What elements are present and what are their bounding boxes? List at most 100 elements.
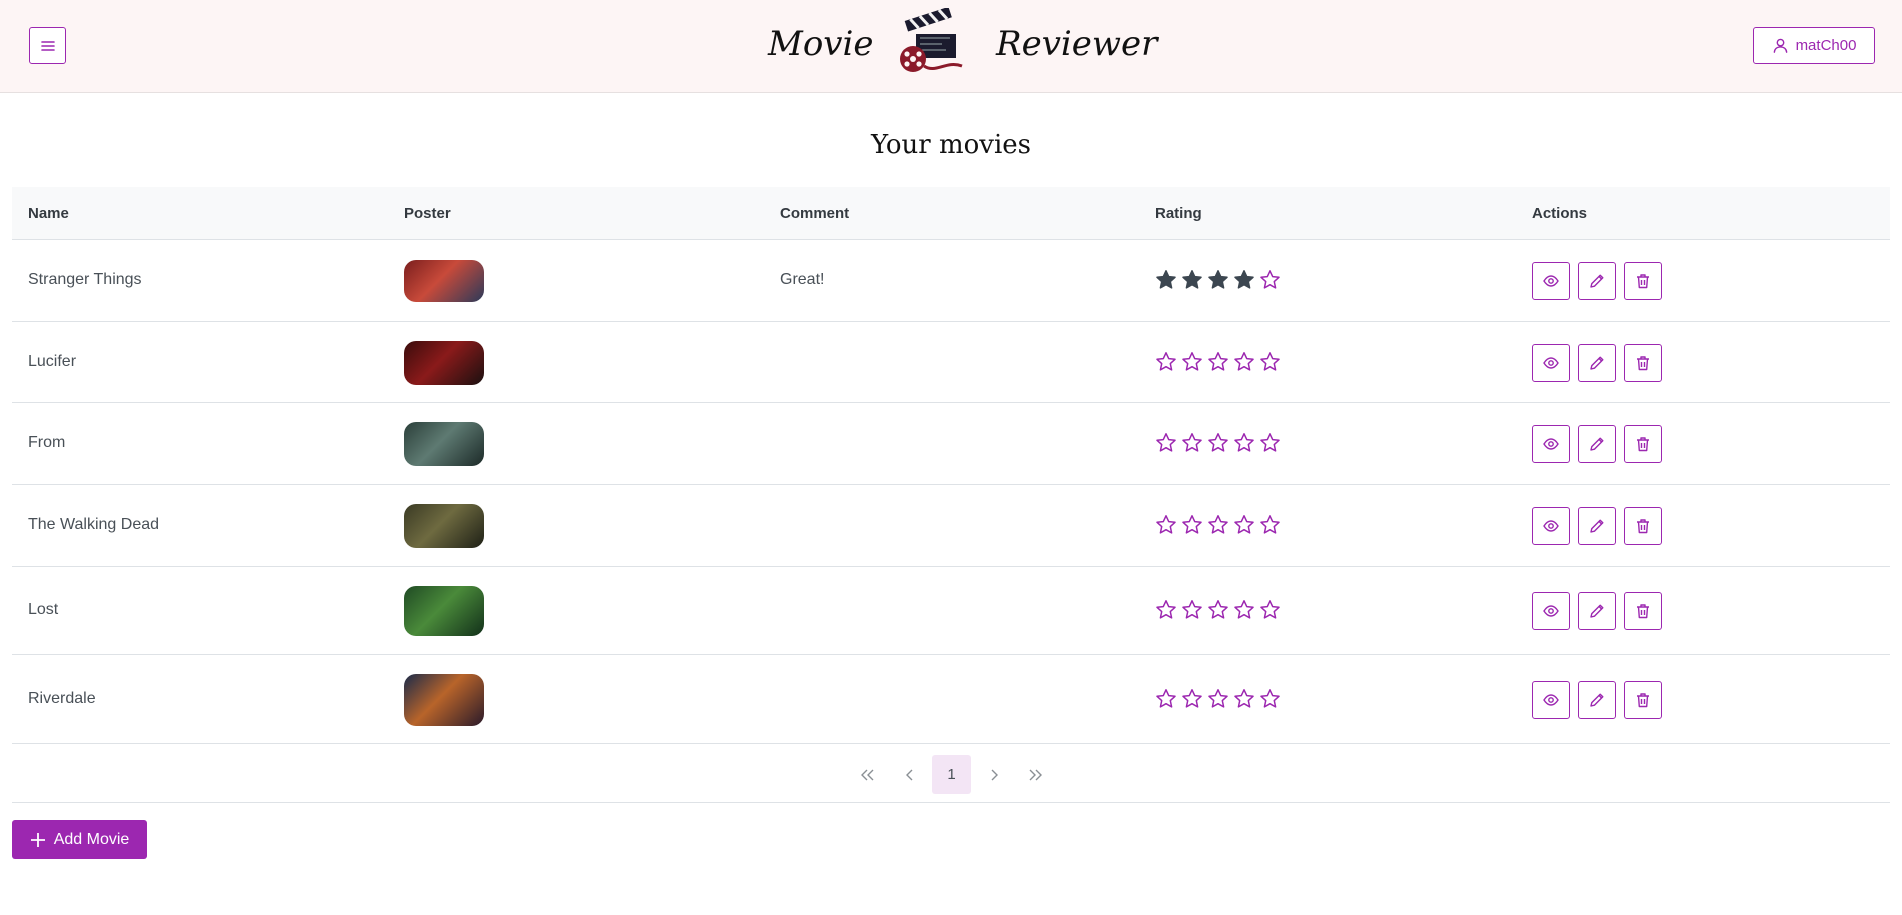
column-header-name[interactable]: Name (28, 205, 69, 222)
eye-icon (1543, 520, 1559, 532)
first-page-button[interactable] (847, 755, 886, 794)
table-row: Lost (12, 567, 1890, 655)
star-empty-icon[interactable] (1233, 432, 1255, 454)
clapperboard-logo-icon (900, 8, 963, 72)
delete-button[interactable] (1624, 262, 1662, 300)
top-navbar: Movie Reviewer matCh00 (0, 0, 1902, 93)
movie-name: Lost (28, 601, 59, 618)
column-header-comment: Comment (780, 205, 850, 222)
movie-poster-image (404, 586, 484, 636)
movie-poster-image (404, 504, 484, 548)
view-button[interactable] (1532, 507, 1570, 545)
star-empty-icon[interactable] (1181, 351, 1203, 373)
movie-poster-image (404, 260, 484, 302)
star-empty-icon[interactable] (1259, 599, 1281, 621)
eye-icon (1543, 356, 1559, 369)
star-empty-icon[interactable] (1155, 432, 1177, 454)
next-page-button[interactable] (974, 755, 1013, 794)
add-movie-button[interactable]: Add Movie (12, 820, 147, 859)
star-filled-icon[interactable] (1207, 269, 1229, 291)
row-actions (1532, 343, 1662, 382)
previous-page-button[interactable] (890, 755, 929, 794)
column-header-poster: Poster (404, 205, 451, 222)
delete-button[interactable] (1624, 592, 1662, 630)
star-empty-icon[interactable] (1233, 599, 1255, 621)
view-button[interactable] (1532, 425, 1570, 463)
pencil-icon (1590, 693, 1604, 707)
star-empty-icon[interactable] (1259, 351, 1281, 373)
edit-button[interactable] (1578, 592, 1616, 630)
last-page-button[interactable] (1016, 755, 1055, 794)
column-header-rating: Rating (1155, 205, 1202, 222)
star-empty-icon[interactable] (1207, 432, 1229, 454)
user-icon (1773, 38, 1787, 53)
double-chevron-left-icon (860, 769, 873, 780)
star-empty-icon[interactable] (1259, 514, 1281, 536)
edit-button[interactable] (1578, 343, 1616, 382)
row-actions (1532, 507, 1662, 545)
table-row: From (12, 403, 1890, 485)
chevron-left-icon (905, 769, 912, 780)
star-empty-icon[interactable] (1233, 351, 1255, 373)
eye-icon (1543, 438, 1559, 450)
edit-button[interactable] (1578, 680, 1616, 719)
delete-button[interactable] (1624, 343, 1662, 382)
movie-name: The Walking Dead (28, 516, 160, 533)
star-empty-icon[interactable] (1155, 514, 1177, 536)
rating-stars[interactable] (1155, 688, 1281, 710)
trash-icon (1637, 274, 1649, 289)
view-button[interactable] (1532, 262, 1570, 300)
delete-button[interactable] (1624, 507, 1662, 545)
delete-button[interactable] (1624, 425, 1662, 463)
edit-button[interactable] (1578, 425, 1616, 463)
star-filled-icon[interactable] (1155, 269, 1177, 291)
delete-button[interactable] (1624, 680, 1662, 719)
star-empty-icon[interactable] (1207, 599, 1229, 621)
star-empty-icon[interactable] (1155, 599, 1177, 621)
brand[interactable]: Movie Reviewer (760, 4, 1157, 86)
star-empty-icon[interactable] (1233, 688, 1255, 710)
user-menu-button[interactable]: matCh00 (1753, 27, 1875, 64)
table-row: Lucifer (12, 322, 1890, 403)
eye-icon (1543, 693, 1559, 706)
trash-icon (1637, 519, 1649, 534)
table-row: The Walking Dead (12, 485, 1890, 567)
pencil-icon (1590, 356, 1604, 370)
star-empty-icon[interactable] (1155, 351, 1177, 373)
pencil-icon (1590, 274, 1604, 288)
star-empty-icon[interactable] (1181, 599, 1203, 621)
pencil-icon (1590, 519, 1604, 533)
edit-button[interactable] (1578, 262, 1616, 300)
view-button[interactable] (1532, 592, 1570, 630)
edit-button[interactable] (1578, 507, 1616, 545)
movie-poster-image (404, 340, 484, 385)
view-button[interactable] (1532, 343, 1570, 382)
star-empty-icon[interactable] (1181, 688, 1203, 710)
star-empty-icon[interactable] (1207, 688, 1229, 710)
star-empty-icon[interactable] (1181, 514, 1203, 536)
rating-stars[interactable] (1155, 351, 1281, 373)
view-button[interactable] (1532, 680, 1570, 719)
menu-button[interactable] (29, 27, 66, 64)
rating-stars[interactable] (1155, 269, 1281, 291)
plus-icon (30, 832, 45, 847)
star-empty-icon[interactable] (1181, 432, 1203, 454)
star-empty-icon[interactable] (1259, 688, 1281, 710)
table-row: Stranger Things Great! (12, 240, 1890, 322)
star-empty-icon[interactable] (1259, 269, 1281, 291)
double-chevron-right-icon (1029, 769, 1042, 780)
chevron-right-icon (991, 769, 998, 780)
rating-stars[interactable] (1155, 432, 1281, 454)
star-empty-icon[interactable] (1207, 514, 1229, 536)
page-button-current[interactable]: 1 (932, 755, 971, 794)
table-row: Riverdale (12, 655, 1890, 744)
rating-stars[interactable] (1155, 599, 1281, 621)
movie-name: Stranger Things (28, 271, 142, 288)
star-empty-icon[interactable] (1207, 351, 1229, 373)
star-empty-icon[interactable] (1233, 514, 1255, 536)
star-filled-icon[interactable] (1181, 269, 1203, 291)
star-empty-icon[interactable] (1155, 688, 1177, 710)
rating-stars[interactable] (1155, 514, 1281, 536)
star-filled-icon[interactable] (1233, 269, 1255, 291)
star-empty-icon[interactable] (1259, 432, 1281, 454)
